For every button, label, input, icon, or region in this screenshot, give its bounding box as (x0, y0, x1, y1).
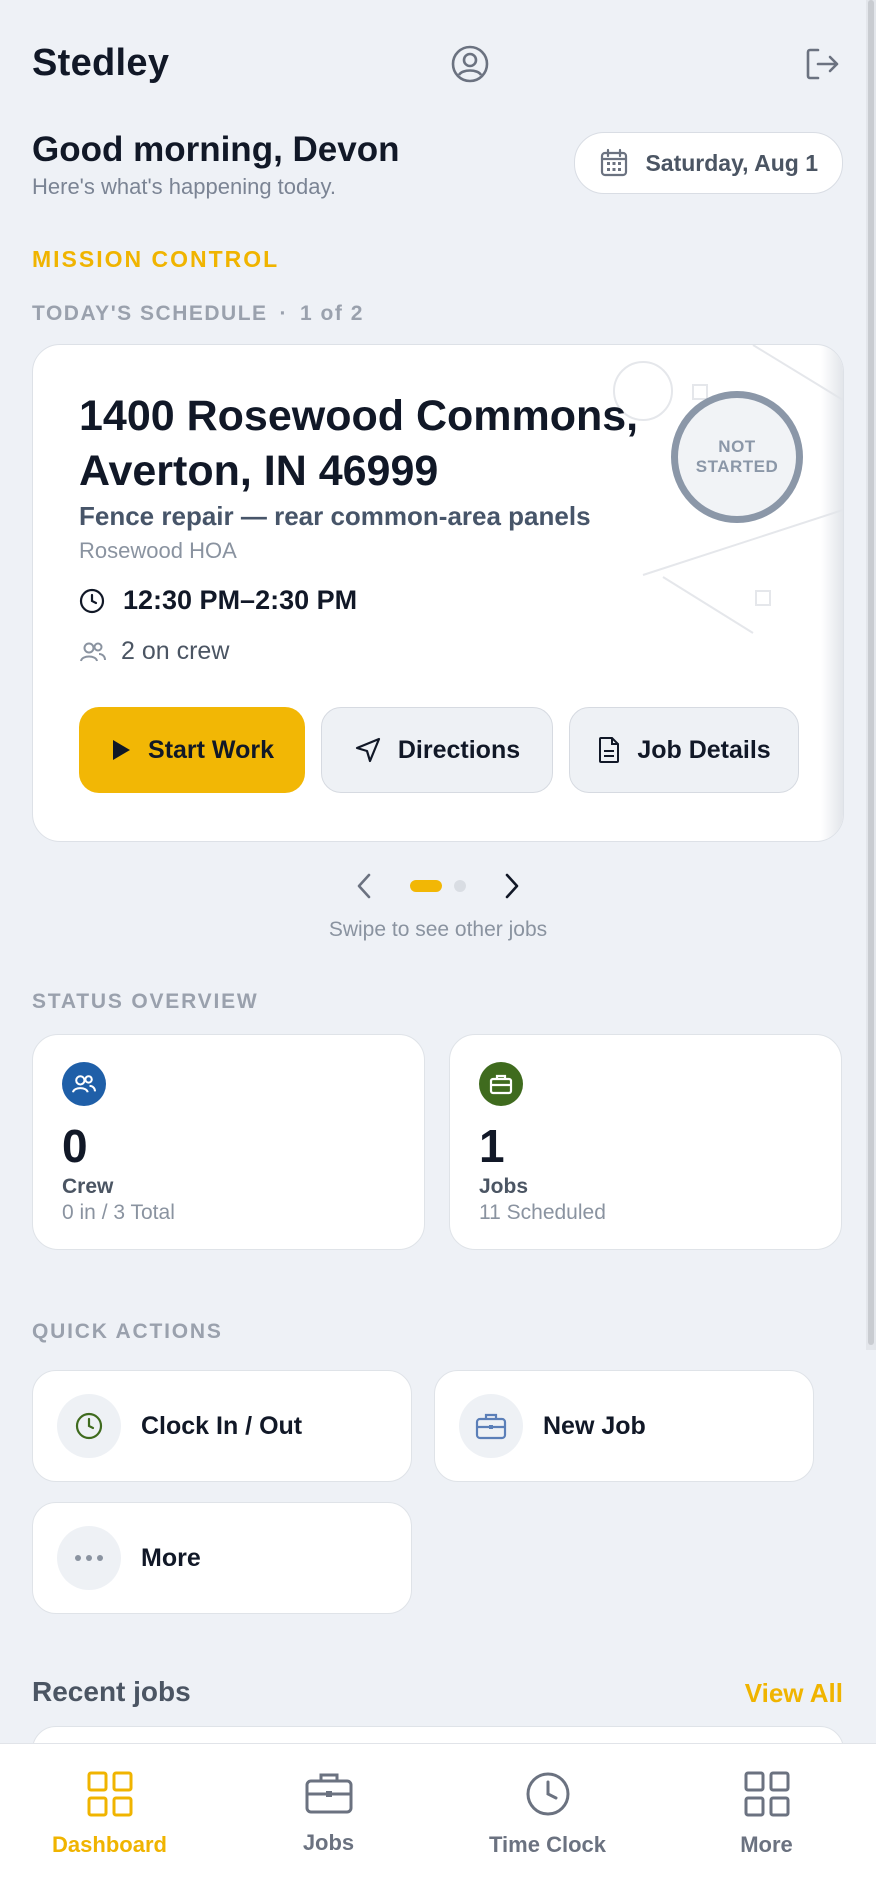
job-description: Fence repair — rear common-area panels (79, 501, 591, 531)
job-crew: 2 on crew (79, 637, 229, 666)
schedule-title: TODAY'S SCHEDULE (32, 302, 268, 325)
job-details-label: Job Details (637, 735, 771, 764)
view-all-link[interactable]: View All (745, 1678, 843, 1709)
recent-jobs-title: Recent jobs (32, 1676, 191, 1707)
clock-in-out-label: Clock In / Out (141, 1411, 303, 1440)
job-status-label: NOT STARTED (695, 437, 779, 476)
schedule-label: TODAY'S SCHEDULE · 1 of 2 (32, 302, 364, 326)
crew-stat-card[interactable]: 0 Crew 0 in / 3 Total (32, 1034, 425, 1250)
swipe-hint: Swipe to see other jobs (328, 918, 548, 941)
start-work-label: Start Work (148, 735, 274, 764)
nav-time-clock-label: Time Clock (489, 1832, 606, 1857)
quick-actions-label: QUICK ACTIONS (32, 1320, 223, 1343)
app-name: Stedley (32, 42, 170, 84)
more-dots-icon (57, 1526, 121, 1590)
document-icon (599, 737, 620, 763)
crew-stat-sub: 0 in / 3 Total (62, 1201, 175, 1224)
clock-in-out-button[interactable]: Clock In / Out (32, 1370, 412, 1482)
jobs-stat-label: Jobs (479, 1175, 529, 1198)
dashboard-icon (87, 1771, 132, 1817)
scrollbar-thumb[interactable] (868, 0, 874, 1345)
briefcase-icon (479, 1062, 523, 1106)
new-job-label: New Job (543, 1411, 646, 1440)
job-crew-label: 2 on crew (121, 637, 230, 665)
schedule-position: 1 of 2 (300, 302, 364, 325)
more-actions-button[interactable]: More (32, 1502, 412, 1614)
job-details-button[interactable]: Job Details (569, 707, 799, 793)
jobs-count: 1 (479, 1120, 505, 1172)
navigation-arrow-icon (355, 737, 380, 763)
nav-time-clock[interactable]: Time Clock (438, 1770, 657, 1858)
nav-more[interactable]: More (657, 1770, 876, 1858)
schedule-separator: · (279, 302, 289, 325)
directions-label: Directions (397, 735, 521, 764)
start-work-button[interactable]: Start Work (79, 707, 305, 793)
directions-button[interactable]: Directions (321, 707, 553, 793)
card-edge-shade (821, 345, 843, 841)
pager-dot[interactable] (454, 880, 466, 892)
calendar-icon (601, 148, 628, 177)
nav-dashboard[interactable]: Dashboard (0, 1770, 219, 1858)
grid-icon (744, 1771, 789, 1817)
clock-icon (79, 588, 105, 613)
job-actions: Start Work Directions Job Details (79, 707, 799, 793)
job-time: 12:30 PM–2:30 PM (79, 585, 357, 616)
job-address: 1400 Rosewood Commons, Averton, IN 46999 (79, 392, 639, 495)
nav-jobs[interactable]: Jobs (219, 1770, 438, 1856)
pager-dot-active[interactable] (410, 880, 442, 892)
jobs-stat-card[interactable]: 1 Jobs 11 Scheduled (449, 1034, 842, 1250)
nav-jobs-label: Jobs (302, 1830, 355, 1855)
mission-control-label: MISSION CONTROL (32, 246, 280, 272)
chevron-right-icon[interactable] (498, 872, 524, 900)
profile-button[interactable] (450, 44, 490, 84)
job-time-label: 12:30 PM–2:30 PM (123, 585, 358, 615)
more-actions-label: More (141, 1543, 201, 1572)
top-bar: Stedley (32, 36, 844, 92)
job-status-badge: NOT STARTED (671, 391, 803, 523)
new-job-button[interactable]: New Job (434, 1370, 814, 1482)
job-client: Rosewood HOA (79, 538, 237, 563)
bottom-navigation: Dashboard Jobs Time Clock More (0, 1743, 876, 1888)
clock-icon (526, 1772, 569, 1816)
greeting-title: Good morning, Devon (32, 130, 400, 169)
status-overview-label: STATUS OVERVIEW (32, 990, 259, 1013)
nav-more-label: More (740, 1832, 793, 1857)
job-card[interactable]: 1400 Rosewood Commons, Averton, IN 46999… (32, 344, 844, 842)
clock-icon (57, 1394, 121, 1458)
crew-stat-label: Crew (62, 1175, 114, 1198)
crew-count: 0 (62, 1120, 88, 1172)
carousel-pager (0, 866, 876, 906)
nav-dashboard-label: Dashboard (52, 1832, 167, 1857)
greeting-subtitle: Here's what's happening today. (32, 174, 336, 199)
crew-icon (80, 642, 106, 661)
logout-icon (806, 48, 839, 80)
jobs-stat-sub: 11 Scheduled (479, 1201, 606, 1224)
briefcase-icon (305, 1773, 352, 1814)
user-circle-icon (451, 45, 489, 83)
logout-button[interactable] (802, 44, 842, 84)
briefcase-icon (459, 1394, 523, 1458)
page-scrollbar[interactable] (866, 0, 876, 1350)
date-label: Saturday, Aug 1 (645, 149, 818, 176)
date-selector[interactable]: Saturday, Aug 1 (574, 132, 843, 194)
play-icon (113, 740, 131, 760)
crew-icon (62, 1062, 106, 1106)
greeting: Good morning, Devon Here's what's happen… (32, 130, 399, 200)
chevron-left-icon[interactable] (352, 872, 378, 900)
